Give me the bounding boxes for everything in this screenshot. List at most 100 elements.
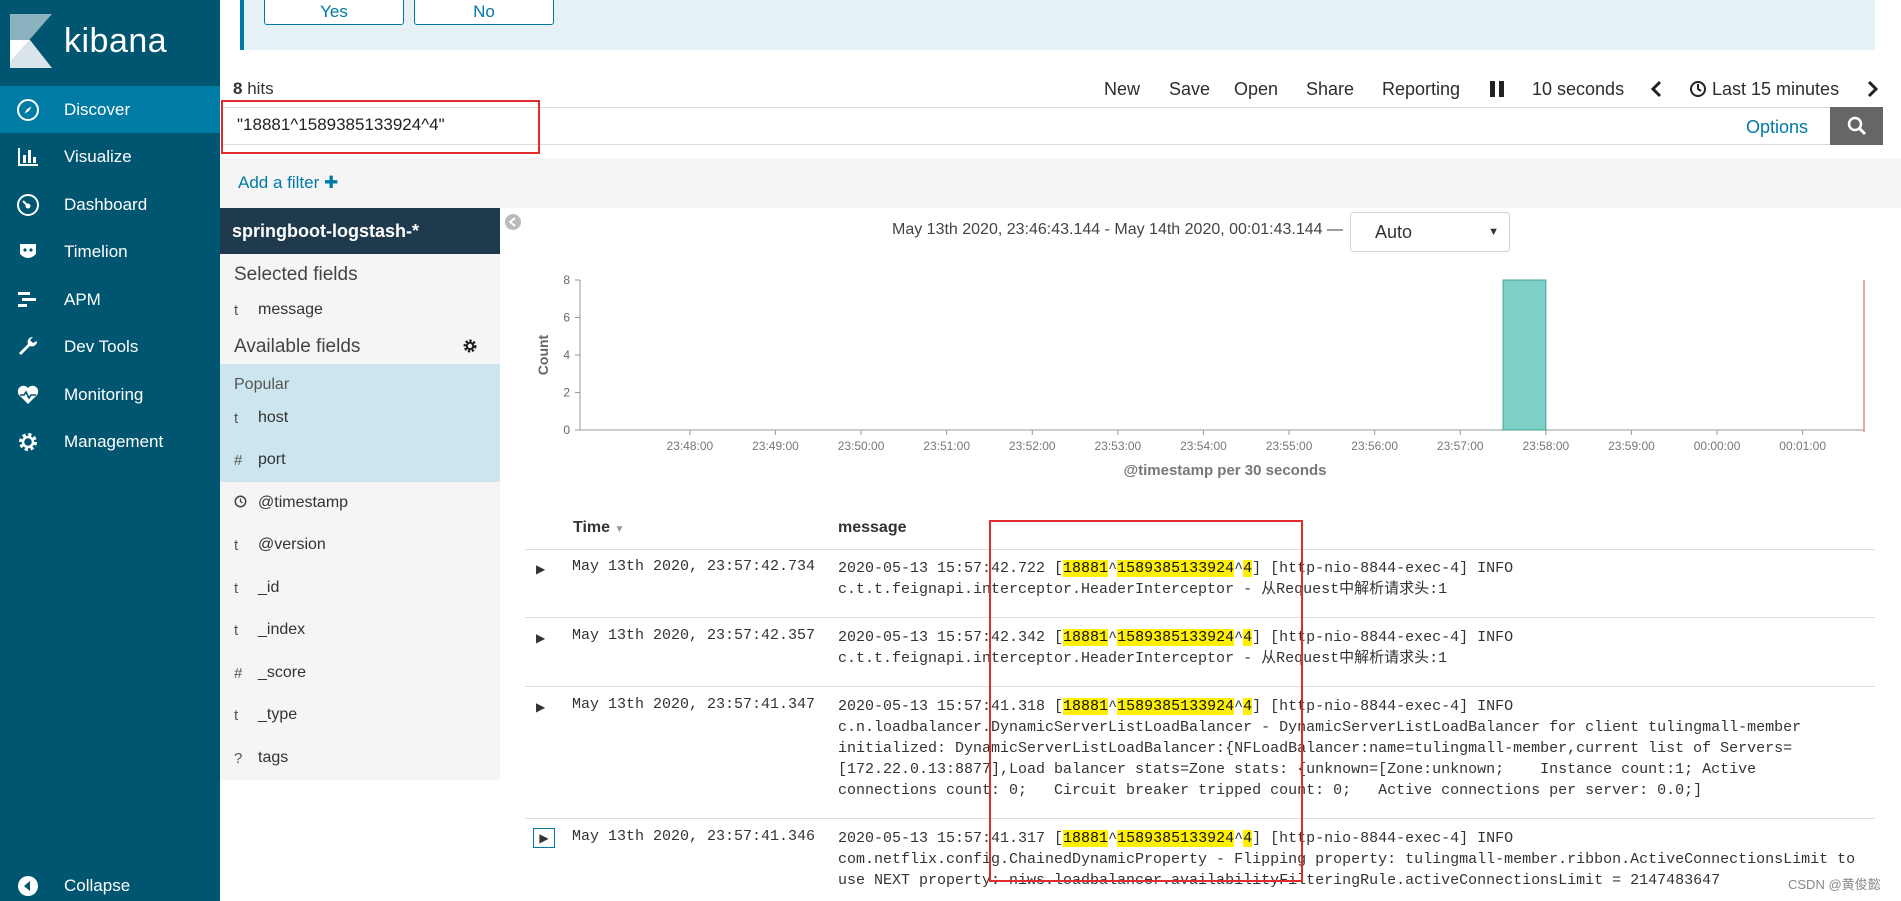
expand-row-icon[interactable]: ▶ xyxy=(536,700,545,714)
new-button[interactable]: New xyxy=(1104,79,1140,100)
pause-icon[interactable] xyxy=(1489,80,1505,98)
selected-fields-title: Selected fields xyxy=(234,264,358,285)
watermark: CSDN @黄俊懿 xyxy=(1788,877,1881,892)
field-port[interactable]: # port xyxy=(234,451,286,469)
expand-row-icon[interactable]: ▶ xyxy=(536,631,545,645)
row-message: 2020-05-13 15:57:42.722 [18881^158938513… xyxy=(838,560,1514,598)
collapse-label: Collapse xyxy=(64,876,131,895)
nav-discover-label: Discover xyxy=(64,100,131,119)
field-type[interactable]: t _type xyxy=(234,706,297,724)
plus-icon: ✚ xyxy=(324,173,339,192)
nav-visualize[interactable]: Visualize xyxy=(0,133,220,180)
timelion-icon xyxy=(20,243,36,258)
wrench-icon xyxy=(19,336,38,355)
heartbeat-icon xyxy=(17,385,39,404)
x-tick-label: 23:54:00 xyxy=(1180,439,1227,453)
col-time-header[interactable]: Time ▼ xyxy=(573,519,624,537)
expand-row-icon[interactable]: ▶ xyxy=(536,562,545,576)
field-score[interactable]: # _score xyxy=(234,664,306,682)
refresh-interval[interactable]: 10 seconds xyxy=(1532,79,1624,100)
save-button[interactable]: Save xyxy=(1169,79,1210,100)
time-picker[interactable]: Last 15 minutes xyxy=(1712,79,1839,100)
search-input[interactable] xyxy=(237,115,1137,135)
nav-dev-tools-label: Dev Tools xyxy=(64,337,139,356)
filter-bar xyxy=(220,158,1901,208)
x-axis: 23:48:00 23:49:00 23:50:00 23:51:00 23:52:00… xyxy=(580,429,1864,453)
x-tick-label: 23:56:00 xyxy=(1351,439,1398,453)
row-message: 2020-05-13 15:57:42.342 [18881^158938513… xyxy=(838,629,1514,667)
interval-select[interactable]: Auto ▼ xyxy=(1350,212,1510,252)
nav-timelion[interactable]: Timelion xyxy=(0,228,220,275)
search-button[interactable] xyxy=(1830,107,1883,145)
kibana-logo-icon[interactable] xyxy=(10,14,52,68)
field-name: @timestamp xyxy=(258,494,349,511)
options-link[interactable]: Options xyxy=(1746,117,1808,138)
collapse-left-icon xyxy=(18,875,38,896)
field-id[interactable]: t _id xyxy=(234,579,279,597)
field-message[interactable]: t message xyxy=(234,301,323,319)
compass-icon xyxy=(17,98,39,121)
gear-icon[interactable] xyxy=(462,338,478,354)
x-tick-label: 23:52:00 xyxy=(1009,439,1056,453)
x-tick-label: 23:48:00 xyxy=(666,439,713,453)
field-tags[interactable]: ? tags xyxy=(234,749,288,767)
search-icon xyxy=(1847,116,1866,136)
nav-dashboard[interactable]: Dashboard xyxy=(0,181,220,228)
field-type-icon: t xyxy=(234,409,239,427)
open-button[interactable]: Open xyxy=(1234,79,1278,100)
y-axis: 0 2 4 6 8 xyxy=(563,273,581,437)
caret-down-icon: ▼ xyxy=(1488,226,1499,238)
field-name: port xyxy=(258,451,286,468)
field-host[interactable]: t host xyxy=(234,409,288,427)
brand-name[interactable]: kibana xyxy=(64,22,167,61)
index-pattern-title[interactable]: springboot-logstash-* xyxy=(220,208,500,254)
row-message: 2020-05-13 15:57:41.317 [18881^158938513… xyxy=(838,830,1856,889)
dashboard-icon xyxy=(17,193,39,216)
histogram-time-range: May 13th 2020, 23:46:43.144 - May 14th 2… xyxy=(892,221,1343,238)
field-name: _id xyxy=(258,579,280,596)
row-time: May 13th 2020, 23:57:42.357 xyxy=(572,627,816,644)
histogram-bar[interactable] xyxy=(1502,279,1547,431)
x-tick-label: 23:58:00 xyxy=(1522,439,1569,453)
bar-chart-icon xyxy=(18,147,38,166)
nav-dev-tools[interactable]: Dev Tools xyxy=(0,323,220,370)
hits-count: 8 hits xyxy=(233,79,274,99)
field-type-icon: t xyxy=(234,301,239,319)
collapse-button[interactable]: Collapse xyxy=(0,862,220,901)
no-button[interactable]: No xyxy=(414,0,554,25)
col-message-header[interactable]: message xyxy=(838,519,907,537)
chevron-right-icon[interactable] xyxy=(1866,80,1880,98)
nav-discover[interactable]: Discover xyxy=(0,86,220,133)
add-filter-button[interactable]: Add a filter ✚ xyxy=(238,173,338,193)
clock-icon xyxy=(1690,81,1706,97)
field-index[interactable]: t _index xyxy=(234,621,305,639)
field-timestamp[interactable]: @timestamp xyxy=(234,494,348,512)
y-tick-label: 2 xyxy=(563,386,570,400)
field-type-icon: # xyxy=(234,451,243,469)
popular-label: Popular xyxy=(234,376,290,393)
reporting-button[interactable]: Reporting xyxy=(1382,79,1460,100)
nav-management[interactable]: Management xyxy=(0,418,220,465)
row-message: 2020-05-13 15:57:41.318 [18881^158938513… xyxy=(838,698,1802,799)
x-tick-label: 00:01:00 xyxy=(1779,439,1826,453)
collapse-sidebar-icon[interactable] xyxy=(504,213,522,231)
nav-monitoring-label: Monitoring xyxy=(64,385,144,404)
nav-management-label: Management xyxy=(64,432,164,451)
field-type-icon: t xyxy=(234,706,239,724)
nav-apm[interactable]: APM xyxy=(0,276,220,323)
expand-row-icon[interactable]: ▶ xyxy=(533,828,555,848)
y-tick-label: 8 xyxy=(563,273,570,287)
histogram-chart: 02468 23:48:00 23:49:00 23:50:00 23:51:00 23… xyxy=(535,273,1865,479)
x-tick-label: 23:59:00 xyxy=(1608,439,1655,453)
apm-icon xyxy=(18,291,36,307)
bars xyxy=(1502,279,1547,431)
chevron-left-icon[interactable] xyxy=(1649,80,1663,98)
interval-value: Auto xyxy=(1375,221,1413,242)
share-button[interactable]: Share xyxy=(1306,79,1354,100)
nav-monitoring[interactable]: Monitoring xyxy=(0,371,220,418)
field-name: _index xyxy=(258,621,306,638)
x-tick-label: 23:57:00 xyxy=(1437,439,1484,453)
yes-button[interactable]: Yes xyxy=(264,0,404,25)
nav-dashboard-label: Dashboard xyxy=(64,195,148,214)
field-version[interactable]: t @version xyxy=(234,536,326,554)
